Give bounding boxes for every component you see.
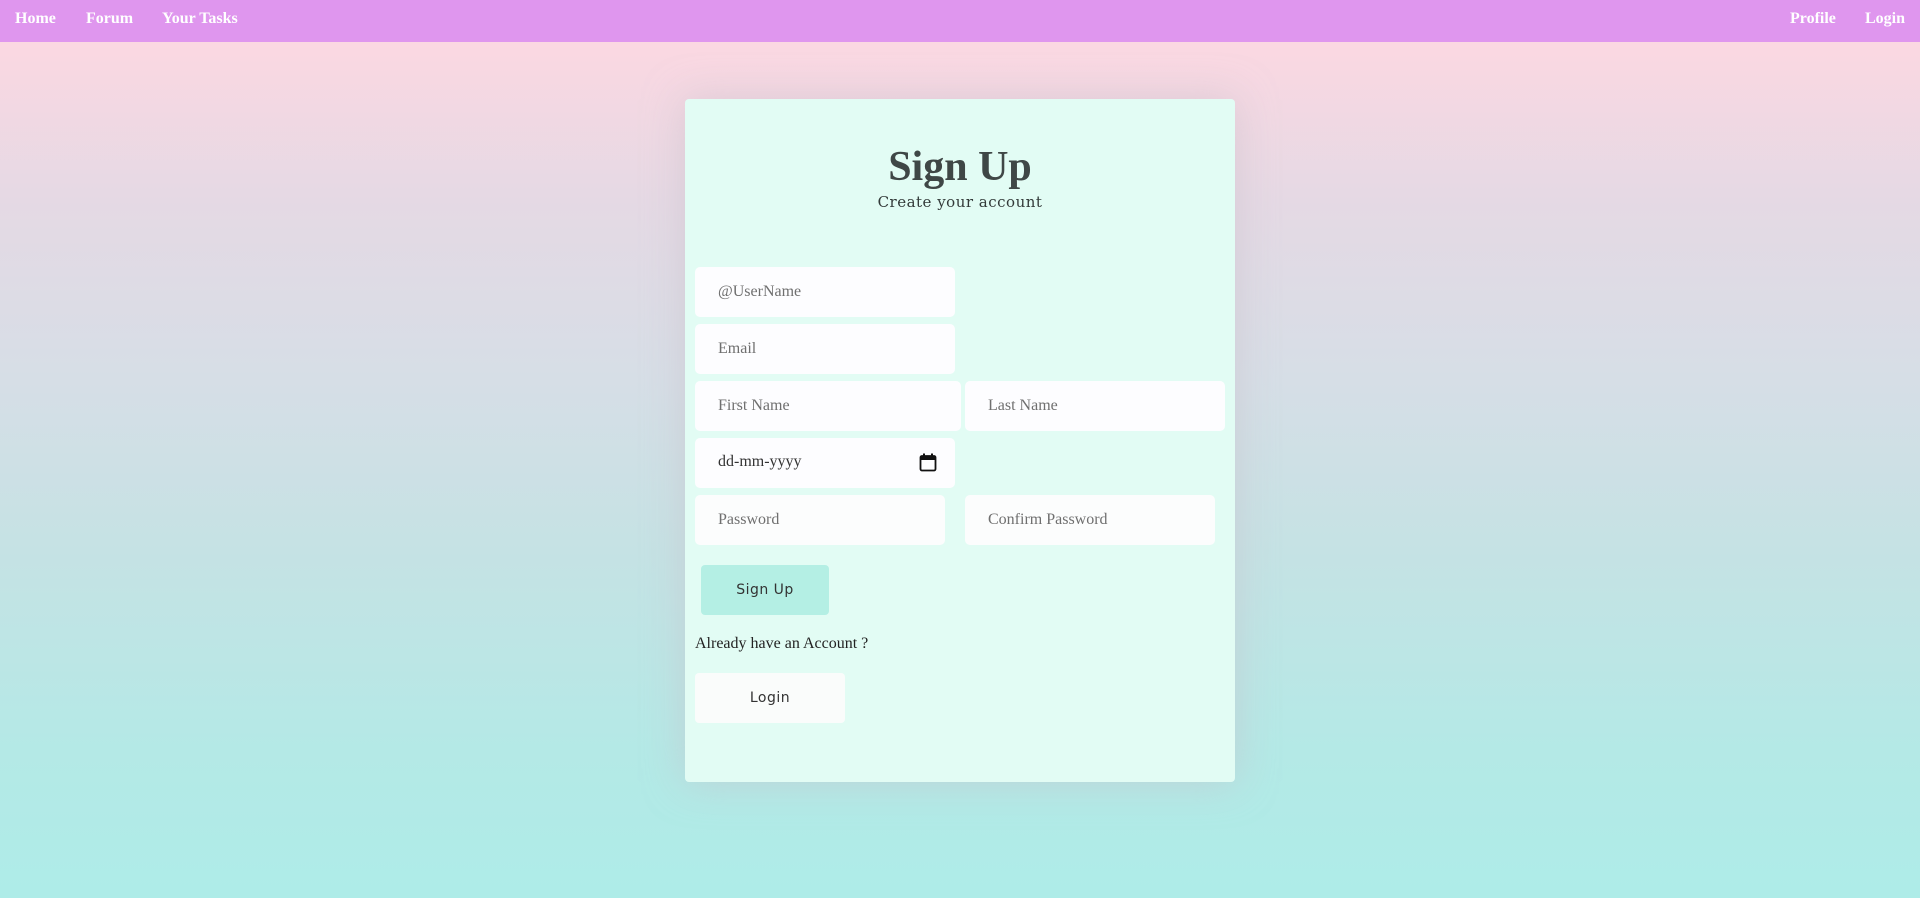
login-button[interactable]: Login — [695, 673, 845, 723]
calendar-icon[interactable] — [919, 453, 937, 472]
nav-profile-link[interactable]: Profile — [1790, 10, 1836, 28]
confirm-password-field[interactable] — [965, 495, 1215, 545]
nav-forum-link[interactable]: Forum — [86, 10, 133, 28]
page-subtitle: Create your account — [877, 193, 1043, 211]
signup-button[interactable]: Sign Up — [701, 565, 829, 615]
navbar: Home Forum Your Tasks Profile Login — [0, 0, 1920, 42]
signup-card: Sign Up Create your account dd-mm-yyyy S… — [685, 99, 1235, 782]
nav-login-link[interactable]: Login — [1865, 10, 1905, 28]
already-have-account-text: Already have an Account ? — [695, 635, 869, 652]
nav-home-link[interactable]: Home — [15, 10, 56, 28]
email-field[interactable] — [695, 324, 955, 374]
date-value: dd-mm-yyyy — [718, 453, 802, 470]
username-field[interactable] — [695, 267, 955, 317]
date-of-birth-field[interactable]: dd-mm-yyyy — [695, 438, 955, 488]
last-name-field[interactable] — [965, 381, 1225, 431]
password-field[interactable] — [695, 495, 945, 545]
nav-your-tasks-link[interactable]: Your Tasks — [162, 10, 238, 28]
page-title: Sign Up — [888, 144, 1032, 190]
first-name-field[interactable] — [695, 381, 961, 431]
